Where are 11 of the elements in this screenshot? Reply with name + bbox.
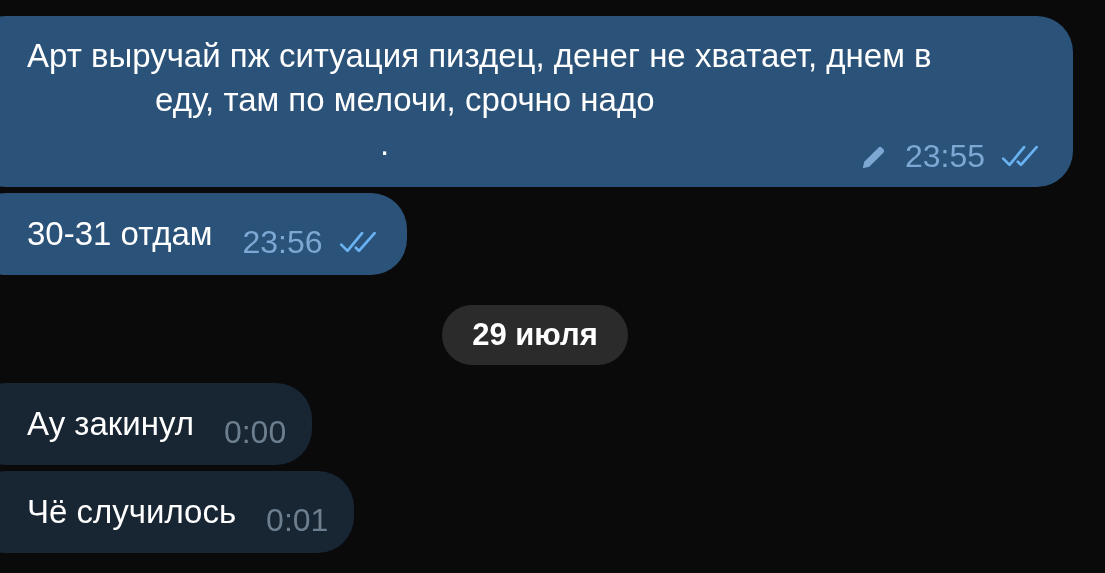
message-text: еду, там по мелочи, срочно надо	[155, 80, 655, 120]
date-badge: 29 июля	[442, 305, 628, 365]
message-time: 23:55	[904, 138, 985, 175]
message-time: 0:01	[266, 501, 329, 539]
message-text: Чё случилось	[27, 493, 237, 531]
message-time: 0:00	[223, 413, 287, 451]
message-text: .	[380, 124, 390, 164]
message-time: 23:56	[242, 223, 323, 261]
message-text: 30-31 отдам	[27, 215, 213, 253]
message-text: Арт выручай пж ситуация пиздец, денег не хватает, днем в	[27, 36, 932, 76]
message-text: Ау закинул	[27, 405, 194, 443]
